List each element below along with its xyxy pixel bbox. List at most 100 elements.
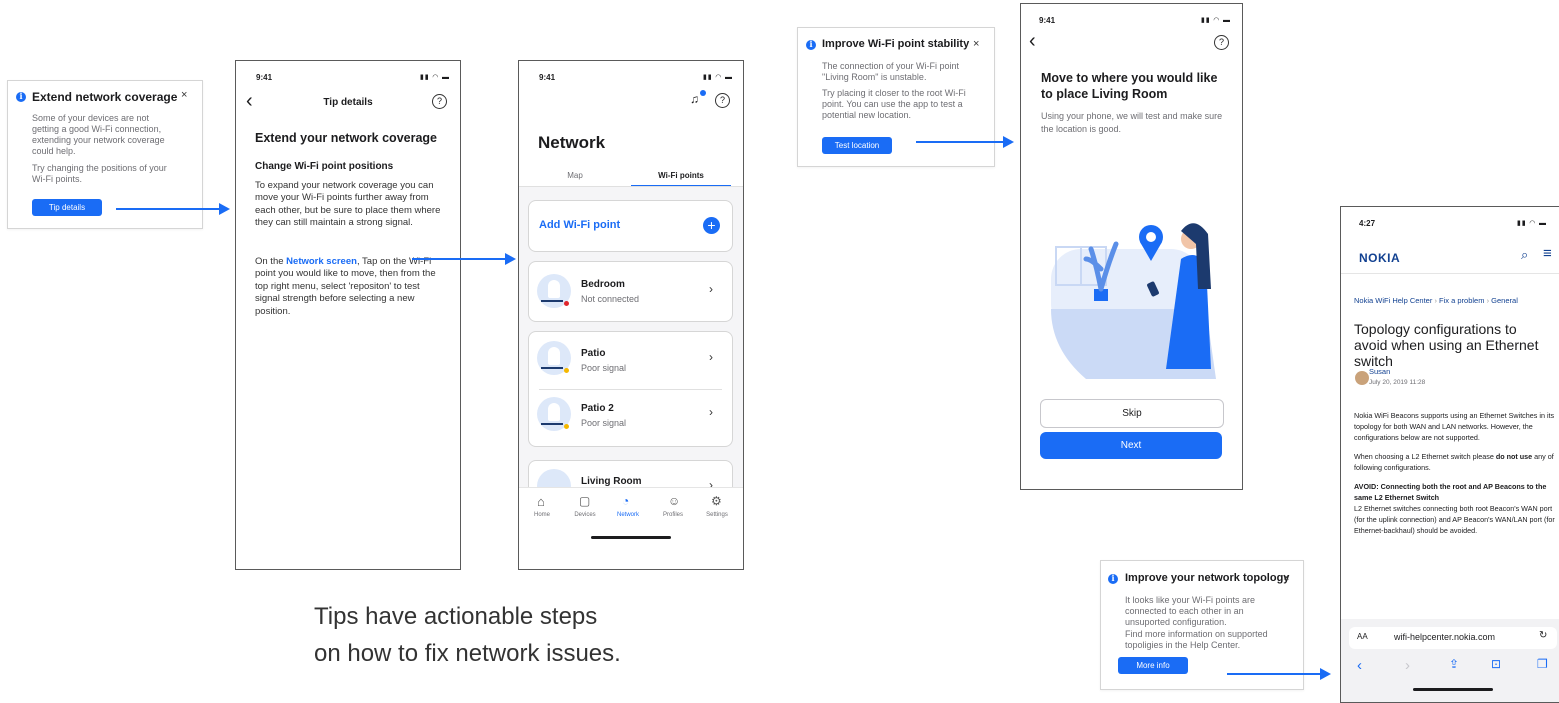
- next-button[interactable]: Next: [1040, 432, 1222, 459]
- tab-network[interactable]: Network: [610, 512, 646, 518]
- tab-settings[interactable]: Settings: [699, 512, 735, 518]
- tab-profiles[interactable]: Profiles: [655, 512, 691, 518]
- back-nav-icon[interactable]: ‹: [1357, 657, 1362, 674]
- profiles-icon[interactable]: ☺: [668, 494, 680, 508]
- flow-arrow-4: [1227, 668, 1331, 680]
- url-text: wifi-helpcenter.nokia.com: [1394, 632, 1496, 642]
- wifi-point-card[interactable]: Bedroom Not connected ›: [528, 261, 733, 322]
- add-icon[interactable]: +: [703, 217, 720, 234]
- add-wifi-point-label: Add Wi-Fi point: [539, 219, 621, 231]
- breadcrumb-item[interactable]: Fix a problem: [1439, 296, 1484, 305]
- phone-tip-details: 9:41 ▮▮ ◠ ▬ ‹ Tip details ? Extend your …: [235, 60, 461, 570]
- article-para-2: When choosing a L2 Ethernet switch pleas…: [1354, 452, 1554, 472]
- forward-nav-icon[interactable]: ›: [1405, 657, 1410, 674]
- screen-heading: Move to where you would like to place Li…: [1041, 71, 1218, 101]
- status-icons: ▮▮ ◠ ▬: [1517, 220, 1547, 227]
- wifi-point-name[interactable]: Patio: [581, 348, 605, 359]
- search-icon[interactable]: ⌕: [1521, 247, 1528, 263]
- status-icons: ▮▮ ◠ ▬: [703, 74, 733, 81]
- wifi-point-name[interactable]: Patio 2: [581, 403, 614, 414]
- status-time: 9:41: [256, 73, 273, 82]
- add-wifi-point-card[interactable]: Add Wi-Fi point +: [528, 200, 733, 252]
- skip-button[interactable]: Skip: [1040, 399, 1224, 428]
- breadcrumb-separator: ›: [1434, 296, 1437, 305]
- test-location-button[interactable]: Test location: [822, 137, 892, 154]
- tip-title: Improve your network topology: [1125, 572, 1290, 584]
- author-name[interactable]: Susan: [1369, 367, 1390, 376]
- tab-home[interactable]: Home: [524, 512, 560, 518]
- more-info-button[interactable]: More info: [1118, 657, 1188, 674]
- help-icon[interactable]: ?: [715, 93, 730, 108]
- article-para-3: AVOID: Connecting both the root and AP B…: [1354, 482, 1555, 535]
- home-indicator: [591, 536, 671, 539]
- tip-card-topology: Improve your network topology × It looks…: [1100, 560, 1304, 690]
- wifi-point-icon: [537, 397, 571, 431]
- home-indicator: [1413, 688, 1493, 691]
- wifi-point-icon: [537, 341, 571, 375]
- share-icon[interactable]: ⇪: [1449, 657, 1459, 671]
- tab-wifi-points[interactable]: Wi-Fi points: [631, 171, 731, 180]
- breadcrumb-item[interactable]: Nokia WiFi Help Center: [1354, 296, 1432, 305]
- network-screen-link[interactable]: Network screen: [286, 256, 357, 267]
- chevron-right-icon[interactable]: ›: [709, 405, 713, 419]
- wifi-point-status: Poor signal: [581, 418, 627, 428]
- tip-body-2: Try changing the positions of your Wi-Fi…: [32, 163, 167, 184]
- close-icon[interactable]: ×: [181, 89, 187, 101]
- phone-network: 9:41 ▮▮ ◠ ▬ ♫ ? Network Map Wi-Fi points…: [518, 60, 744, 570]
- tip-details-button[interactable]: Tip details: [32, 199, 102, 216]
- info-icon: [16, 91, 26, 102]
- wifi-point-name: Bedroom: [581, 279, 625, 290]
- tip-card-stability: Improve Wi-Fi point stability × The conn…: [797, 27, 995, 167]
- bell-badge: [700, 90, 706, 96]
- article-title: Topology configurations to avoid when us…: [1354, 321, 1539, 369]
- wifi-point-status: Not connected: [581, 294, 640, 304]
- tip-title: Extend network coverage: [32, 90, 178, 104]
- chevron-right-icon[interactable]: ›: [709, 350, 713, 364]
- settings-icon[interactable]: ⚙: [711, 494, 722, 508]
- screen-body: Using your phone, we will test and make …: [1041, 111, 1223, 134]
- article-body: Nokia WiFi Beacons supports using an Eth…: [1354, 410, 1559, 536]
- close-icon[interactable]: ×: [1283, 572, 1289, 584]
- tip-body-2: Try placing it closer to the root Wi-Fi …: [822, 88, 966, 120]
- tabs-icon[interactable]: ❐: [1537, 657, 1548, 671]
- header-divider: [1341, 273, 1559, 274]
- info-icon: [806, 39, 816, 50]
- network-icon[interactable]: ◔: [622, 494, 629, 508]
- home-icon[interactable]: ⌂: [537, 494, 545, 509]
- article-subheading: AVOID: Connecting both the root and AP B…: [1354, 482, 1547, 502]
- status-time: 4:27: [1359, 219, 1376, 228]
- bookmarks-icon[interactable]: ⊡: [1491, 657, 1501, 671]
- help-icon[interactable]: ?: [1214, 35, 1229, 50]
- phone-browser: 4:27 ▮▮ ◠ ▬ NOKIA ⌕ ≡ Nokia WiFi Help Ce…: [1340, 206, 1559, 703]
- reload-icon[interactable]: ↻: [1539, 630, 1547, 641]
- post-date: July 20, 2019 11:28: [1369, 379, 1426, 386]
- tip-body-1: It looks like your Wi-Fi points are conn…: [1125, 595, 1256, 627]
- tab-devices[interactable]: Devices: [567, 512, 603, 518]
- back-icon[interactable]: ‹: [1029, 31, 1036, 51]
- devices-icon[interactable]: ▢: [579, 494, 590, 508]
- menu-icon[interactable]: ≡: [1543, 245, 1552, 262]
- page-title: Network: [538, 133, 606, 152]
- wifi-point-group-card: Patio Poor signal › Patio 2 Poor signal …: [528, 331, 733, 447]
- reader-aa-button[interactable]: AA: [1357, 632, 1368, 641]
- flow-arrow-1: [116, 203, 230, 215]
- tip-body-1: Some of your devices are not getting a g…: [32, 113, 165, 156]
- url-bar[interactable]: AA wifi-helpcenter.nokia.com ↻: [1349, 627, 1557, 649]
- tip-body-2: Find more information on supported topol…: [1125, 629, 1268, 650]
- avatar: [1355, 371, 1369, 385]
- nokia-logo[interactable]: NOKIA: [1359, 251, 1400, 265]
- help-icon[interactable]: ?: [432, 94, 447, 109]
- wifi-point-status: Poor signal: [581, 363, 627, 373]
- tab-bar: ⌂ Home ▢ Devices ◔ Network ☺ Profiles ⚙ …: [519, 487, 743, 569]
- caption-line-1: Tips have actionable steps: [314, 603, 598, 630]
- para-2-prefix: On the: [255, 256, 287, 267]
- phone-placement: 9:41 ▮▮ ◠ ▬ ‹ ? Move to where you would …: [1020, 3, 1243, 490]
- breadcrumb-item[interactable]: General: [1491, 296, 1518, 305]
- tab-map[interactable]: Map: [519, 171, 631, 180]
- close-icon[interactable]: ×: [973, 38, 979, 50]
- status-dot-yellow: [564, 424, 569, 429]
- bell-icon[interactable]: ♫: [690, 92, 699, 106]
- chevron-right-icon: ›: [709, 282, 713, 296]
- screen-para-1: To expand your network coverage you can …: [255, 180, 441, 229]
- info-icon: [1108, 573, 1118, 584]
